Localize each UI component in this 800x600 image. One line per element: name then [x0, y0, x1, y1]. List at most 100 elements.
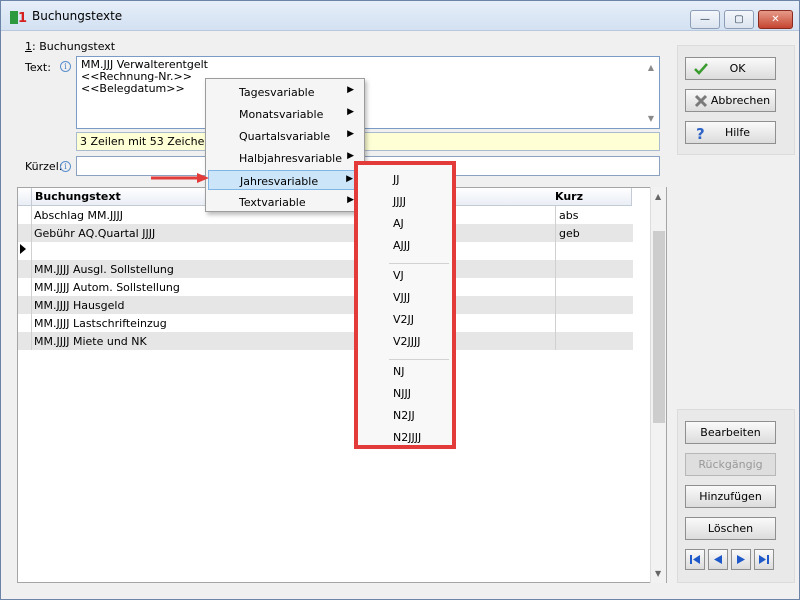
submenu-item[interactable]: V2JJJJ	[393, 335, 421, 348]
row-indicator	[18, 314, 32, 332]
submenu-jahresvariable: JJ JJJJ AJ AJJJ VJ VJJJ V2JJ V2JJJJ NJ NJJJ N2JJ N2…	[354, 161, 456, 449]
menu-item-label: Quartalsvariable	[239, 130, 331, 143]
submenu-item[interactable]: NJ	[393, 365, 404, 378]
cell-buchungstext[interactable]: MM.JJJJ Miete und NK	[34, 332, 147, 350]
submenu-item[interactable]: N2JJJJ	[393, 431, 421, 444]
add-button[interactable]: Hinzufügen	[685, 485, 776, 508]
submenu-item[interactable]: VJ	[393, 269, 404, 282]
menu-item[interactable]: Jahresvariable ▶	[208, 170, 362, 190]
table-row[interactable]: MM.JJJJ Autom. Sollstellung	[18, 278, 633, 296]
svg-text:1: 1	[18, 11, 27, 26]
submenu-arrow-icon: ▶	[347, 85, 354, 95]
scroll-thumb[interactable]	[653, 231, 665, 423]
app-icon: 1	[10, 11, 27, 26]
submenu-item[interactable]: AJ	[393, 217, 404, 230]
menu-item[interactable]: Monatsvariable ▶	[208, 104, 362, 124]
table-scrollbar[interactable]: ▲ ▼	[650, 187, 666, 583]
cell-kurz[interactable]	[555, 278, 633, 296]
submenu-arrow-icon: ▶	[347, 107, 354, 117]
booking-text-area[interactable]: MM.JJJ Verwalterentgelt <<Rechnung-Nr.>> <…	[76, 56, 660, 129]
ok-label: OK	[729, 62, 746, 75]
menu-item-label: Halbjahresvariable	[239, 152, 342, 165]
ok-button[interactable]: OK	[685, 57, 776, 80]
context-menu: Tagesvariable ▶ Monatsvariable ▶ Quartalsvar…	[205, 78, 365, 212]
submenu-item[interactable]: VJJJ	[393, 291, 410, 304]
menu-separator	[389, 263, 449, 264]
first-record-button[interactable]	[685, 549, 705, 570]
cell-kurz[interactable]	[555, 332, 633, 350]
table-row[interactable]: MM.JJJJ Hausgeld	[18, 296, 633, 314]
scroll-up-icon[interactable]: ▲	[648, 62, 654, 74]
cell-kurz[interactable]: abs	[555, 206, 633, 224]
column-header-kurz[interactable]: Kurz	[552, 188, 632, 206]
cell-kurz[interactable]	[555, 260, 633, 278]
textarea-scrollbar[interactable]: ▲ ▼	[643, 57, 659, 128]
info-icon[interactable]: i	[60, 61, 71, 72]
table-row[interactable]	[18, 242, 633, 260]
menu-item[interactable]: Tagesvariable ▶	[208, 82, 362, 102]
menu-item[interactable]: Halbjahresvariable ▶	[208, 148, 362, 168]
row-indicator	[18, 206, 32, 224]
kuerzel-label: Kürzel:	[25, 160, 63, 173]
table-row[interactable]: MM.JJJJ Miete und NK	[18, 332, 633, 350]
cell-kurz[interactable]	[555, 242, 633, 260]
scroll-down-icon[interactable]: ▼	[648, 113, 654, 125]
help-label: Hilfe	[724, 126, 751, 139]
submenu-item[interactable]: JJJJ	[393, 195, 406, 208]
svg-text:?: ?	[696, 125, 705, 141]
submenu-item[interactable]: V2JJ	[393, 313, 414, 326]
next-icon	[737, 555, 745, 564]
submenu-item[interactable]: JJ	[393, 173, 400, 186]
main-window: 1 Buchungstexte — ▢ ✕ 1: Buchungstext Te…	[0, 0, 800, 600]
table-row[interactable]: MM.JJJJ Ausgl. Sollstellung	[18, 260, 633, 278]
cancel-button[interactable]: Abbrechen	[685, 89, 776, 112]
title-bar[interactable]: 1 Buchungstexte — ▢ ✕	[1, 1, 799, 31]
table-row[interactable]: Gebühr AQ.Quartal JJJJ geb	[18, 224, 633, 242]
minimize-button[interactable]: —	[690, 10, 720, 29]
last-record-button[interactable]	[754, 549, 774, 570]
cell-kurz[interactable]	[555, 314, 633, 332]
text-line: <<Belegdatum>>	[81, 82, 185, 95]
cell-buchungstext[interactable]: Abschlag MM.JJJJ	[34, 206, 123, 224]
submenu-arrow-icon: ▶	[347, 195, 354, 205]
next-record-button[interactable]	[731, 549, 751, 570]
help-button[interactable]: ? Hilfe	[685, 121, 776, 144]
delete-button[interactable]: Löschen	[685, 517, 776, 540]
submenu-arrow-icon: ▶	[347, 151, 354, 161]
cell-buchungstext[interactable]: Gebühr AQ.Quartal JJJJ	[34, 224, 155, 242]
scroll-up-icon[interactable]: ▲	[655, 192, 661, 201]
cross-icon	[694, 94, 708, 108]
cell-buchungstext[interactable]: MM.JJJJ Lastschrifteinzug	[34, 314, 167, 332]
cell-buchungstext[interactable]: MM.JJJJ Ausgl. Sollstellung	[34, 260, 174, 278]
cell-kurz[interactable]	[555, 296, 633, 314]
row-indicator	[18, 242, 32, 260]
submenu-item[interactable]: NJJJ	[393, 387, 411, 400]
row-indicator-header	[18, 188, 32, 206]
cell-buchungstext[interactable]: MM.JJJJ Autom. Sollstellung	[34, 278, 180, 296]
row-indicator	[18, 332, 32, 350]
cell-buchungstext[interactable]: MM.JJJJ Hausgeld	[34, 296, 124, 314]
cell-kurz[interactable]: geb	[555, 224, 633, 242]
row-indicator	[18, 224, 32, 242]
menu-item-label: Jahresvariable	[240, 175, 319, 188]
maximize-button[interactable]: ▢	[724, 10, 754, 29]
menu-separator	[389, 359, 449, 360]
row-indicator	[18, 260, 32, 278]
menu-item[interactable]: Quartalsvariable ▶	[208, 126, 362, 146]
close-button[interactable]: ✕	[758, 10, 793, 29]
menu-item[interactable]: Textvariable ▶	[208, 192, 362, 212]
edit-button[interactable]: Bearbeiten	[685, 421, 776, 444]
row-indicator	[18, 296, 32, 314]
section-title-text: : Buchungstext	[32, 40, 116, 53]
scroll-down-icon[interactable]: ▼	[655, 569, 661, 578]
submenu-item[interactable]: N2JJ	[393, 409, 415, 422]
menu-item-label: Tagesvariable	[239, 86, 315, 99]
previous-record-button[interactable]	[708, 549, 728, 570]
table-row[interactable]: MM.JJJJ Lastschrifteinzug	[18, 314, 633, 332]
question-icon: ?	[696, 125, 705, 141]
submenu-arrow-icon: ▶	[346, 174, 353, 184]
submenu-item[interactable]: AJJJ	[393, 239, 410, 252]
section-title: 1: Buchungstext	[25, 40, 115, 53]
text-status: 3 Zeilen mit 53 Zeichen	[76, 132, 660, 151]
info-icon[interactable]: i	[60, 161, 71, 172]
